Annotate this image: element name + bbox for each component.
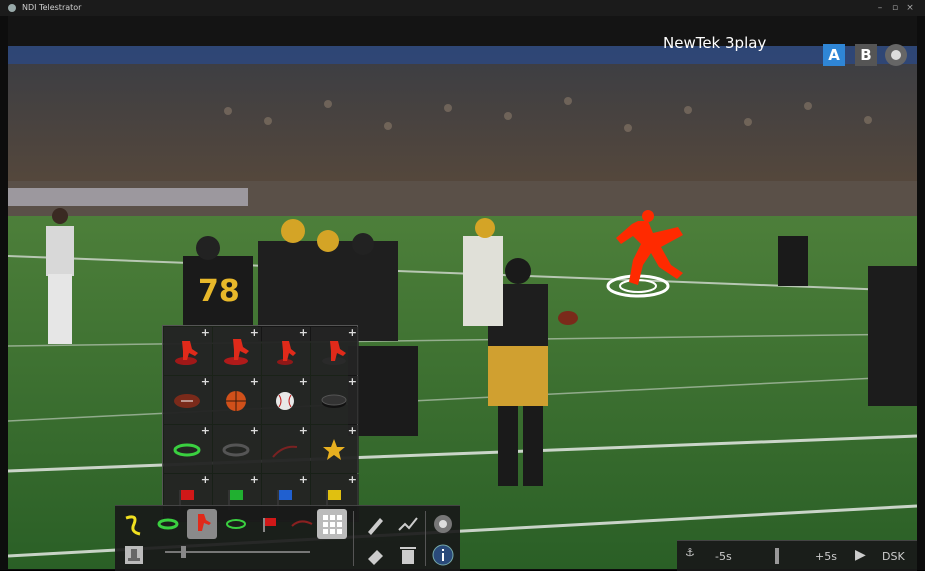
player-red-small-icon <box>277 341 296 365</box>
red-line-tool-icon <box>291 520 313 527</box>
yellow-curve-tool[interactable] <box>119 509 149 539</box>
toolbar-divider <box>425 511 426 566</box>
window-title: NDI Telestrator <box>22 3 82 12</box>
channel-a-button[interactable]: A <box>823 44 845 66</box>
settings-icon <box>434 515 452 533</box>
pen-icon <box>368 518 383 535</box>
player-red-hat-icon <box>322 341 346 365</box>
palette-cell-football[interactable]: + <box>164 376 212 424</box>
maximize-icon[interactable]: ▫ <box>890 2 900 14</box>
red-flag-tool-icon <box>263 518 276 532</box>
palette-cell-hockey-puck[interactable]: + <box>311 376 359 424</box>
green-ring-tool[interactable] <box>153 509 183 539</box>
forward-5s-button[interactable]: +5s <box>815 550 837 563</box>
play-icon[interactable]: ▶ <box>855 547 866 563</box>
yellow-curve-icon <box>125 515 141 536</box>
stamp-icon <box>125 546 143 564</box>
basketball-icon <box>226 391 246 411</box>
svg-text:78: 78 <box>198 274 240 309</box>
title-bar: NDI Telestrator – ▫ × <box>0 0 925 16</box>
pen-tool[interactable] <box>361 509 391 539</box>
dark-ring-icon <box>222 443 250 457</box>
anchor-icon[interactable]: ⚓ <box>685 546 695 559</box>
player-red-base-icon <box>175 341 198 365</box>
baseball-icon <box>276 392 294 410</box>
red-flag-tool[interactable] <box>255 509 285 539</box>
palette-cell-player-red-base[interactable]: + <box>164 327 212 375</box>
green-ring-tool-icon <box>157 518 179 530</box>
video-frame[interactable]: 78 NewTek 3play A B + + + + + + + + + + … <box>8 16 917 569</box>
channel-b-button[interactable]: B <box>855 44 877 66</box>
red-player-tool[interactable] <box>187 509 217 539</box>
telestrator-app: NDI Telestrator – ▫ × 78 NewTek 3play A … <box>0 0 925 571</box>
hockey-puck-icon <box>321 394 347 408</box>
ring-tool[interactable] <box>221 509 251 539</box>
tool-bar <box>115 505 460 571</box>
info-tool[interactable] <box>428 540 458 570</box>
app-icon <box>8 4 16 12</box>
minimize-icon[interactable]: – <box>875 2 885 14</box>
size-slider-knob[interactable] <box>181 546 186 558</box>
toolbar-divider <box>353 511 354 566</box>
record-icon[interactable] <box>885 44 907 66</box>
palette-cell-player-red-hat[interactable]: + <box>311 327 359 375</box>
red-player-tool-icon <box>198 514 211 531</box>
palette-cell-player-red-disc[interactable]: + <box>213 327 261 375</box>
timeline-bar: ⚓ -5s +5s ▶ DSK <box>677 540 917 571</box>
palette-cell-green-ring[interactable]: + <box>164 425 212 473</box>
palette-cell-dark-ring[interactable]: + <box>213 425 261 473</box>
player-red-disc-icon <box>224 339 249 365</box>
trash-icon <box>400 547 416 564</box>
football-icon <box>174 394 200 408</box>
timeline-marker[interactable] <box>775 548 779 564</box>
close-icon[interactable]: × <box>905 2 915 14</box>
palette-cell-baseball[interactable]: + <box>262 376 310 424</box>
palette-cell-basketball[interactable]: + <box>213 376 261 424</box>
palette-cell-player-red-small[interactable]: + <box>262 327 310 375</box>
referee-figure <box>46 208 74 344</box>
back-5s-button[interactable]: -5s <box>715 550 732 563</box>
freehand-icon <box>398 517 418 531</box>
palette-cell-red-arrow[interactable]: + <box>262 425 310 473</box>
football-scene: 78 <box>8 16 917 569</box>
eraser-tool[interactable] <box>361 540 391 570</box>
red-line-tool[interactable] <box>287 509 317 539</box>
red-arrow-icon <box>272 445 298 458</box>
grid-toggle-icon <box>323 515 342 534</box>
green-ring-icon <box>173 443 201 457</box>
ring-tool-icon <box>226 519 246 529</box>
freehand-tool[interactable] <box>393 509 423 539</box>
eraser-icon <box>368 550 383 565</box>
palette-cell-star[interactable]: + <box>311 425 359 473</box>
settings-tool[interactable] <box>428 509 458 539</box>
stamp-tool[interactable] <box>119 540 149 570</box>
brand-label: NewTek 3play <box>663 34 767 52</box>
size-slider[interactable] <box>165 551 310 553</box>
grid-toggle[interactable] <box>317 509 347 539</box>
stamp-palette: + + + + + + + + + + + + + + + + <box>162 325 359 522</box>
star-icon <box>323 439 345 460</box>
info-icon <box>432 544 454 566</box>
dsk-button[interactable]: DSK <box>882 550 905 563</box>
trash-tool[interactable] <box>393 540 423 570</box>
